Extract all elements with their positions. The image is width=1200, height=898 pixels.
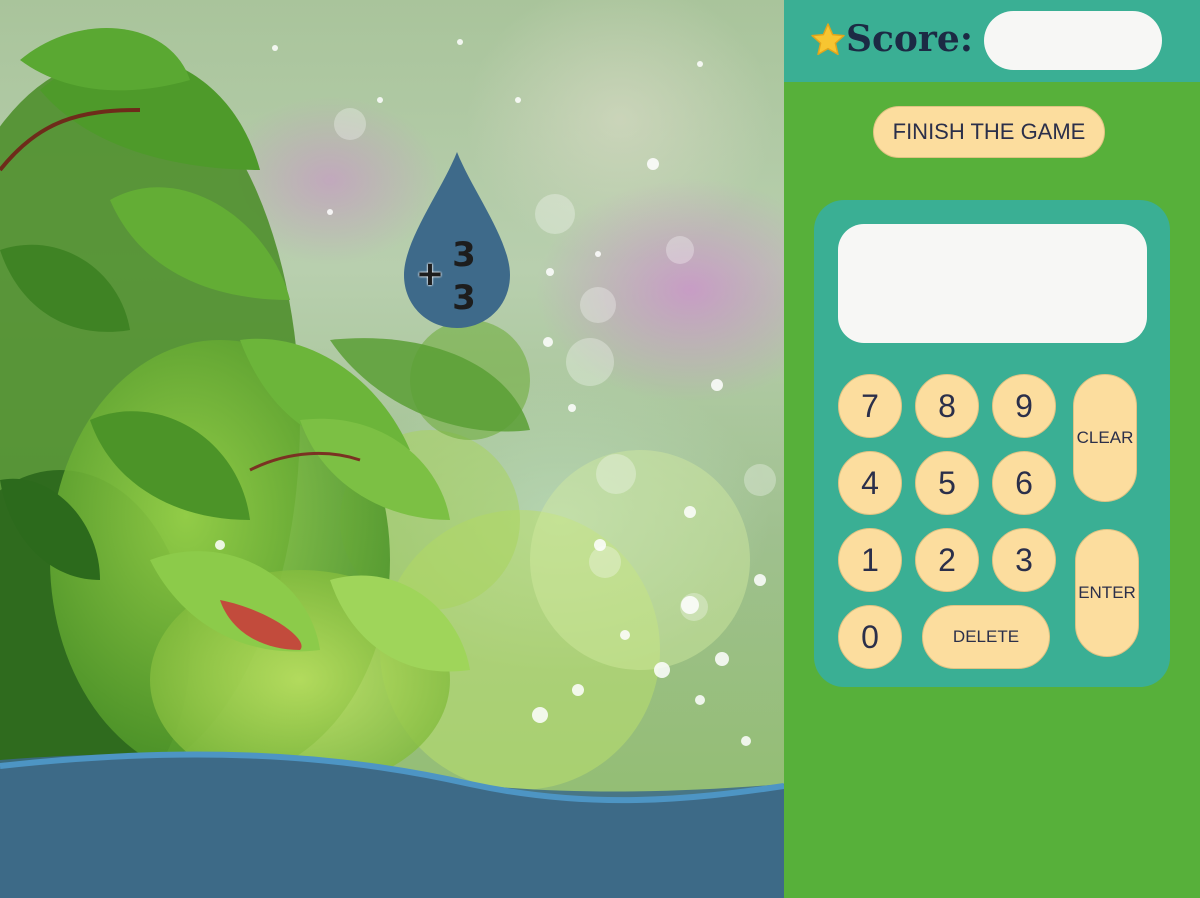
water-surface bbox=[0, 751, 784, 898]
key-2[interactable]: 2 bbox=[915, 528, 979, 592]
answer-input[interactable] bbox=[838, 224, 1147, 343]
key-4[interactable]: 4 bbox=[838, 451, 902, 515]
side-panel: Score: FINISH THE GAME 7 8 9 CLEAR 4 5 6… bbox=[784, 0, 1200, 898]
key-6[interactable]: 6 bbox=[992, 451, 1056, 515]
calculator: 7 8 9 CLEAR 4 5 6 1 2 3 ENTER 0 DELETE bbox=[814, 200, 1170, 687]
problem-operator: + bbox=[415, 254, 445, 294]
finish-game-button[interactable]: FINISH THE GAME bbox=[873, 106, 1105, 158]
key-3[interactable]: 3 bbox=[992, 528, 1056, 592]
key-9[interactable]: 9 bbox=[992, 374, 1056, 438]
key-1[interactable]: 1 bbox=[838, 528, 902, 592]
clear-button[interactable]: CLEAR bbox=[1073, 374, 1137, 502]
delete-button[interactable]: DELETE bbox=[922, 605, 1050, 669]
problem-bottom-number: 3 bbox=[452, 278, 476, 318]
key-7[interactable]: 7 bbox=[838, 374, 902, 438]
score-label: Score: bbox=[846, 18, 974, 60]
score-field bbox=[984, 11, 1162, 70]
key-5[interactable]: 5 bbox=[915, 451, 979, 515]
game-play-area: + 3 3 bbox=[0, 0, 784, 898]
problem-top-number: 3 bbox=[452, 235, 476, 275]
enter-button[interactable]: ENTER bbox=[1075, 529, 1139, 657]
key-8[interactable]: 8 bbox=[915, 374, 979, 438]
key-0[interactable]: 0 bbox=[838, 605, 902, 669]
star-icon bbox=[811, 23, 845, 56]
score-bar: Score: bbox=[784, 0, 1200, 82]
